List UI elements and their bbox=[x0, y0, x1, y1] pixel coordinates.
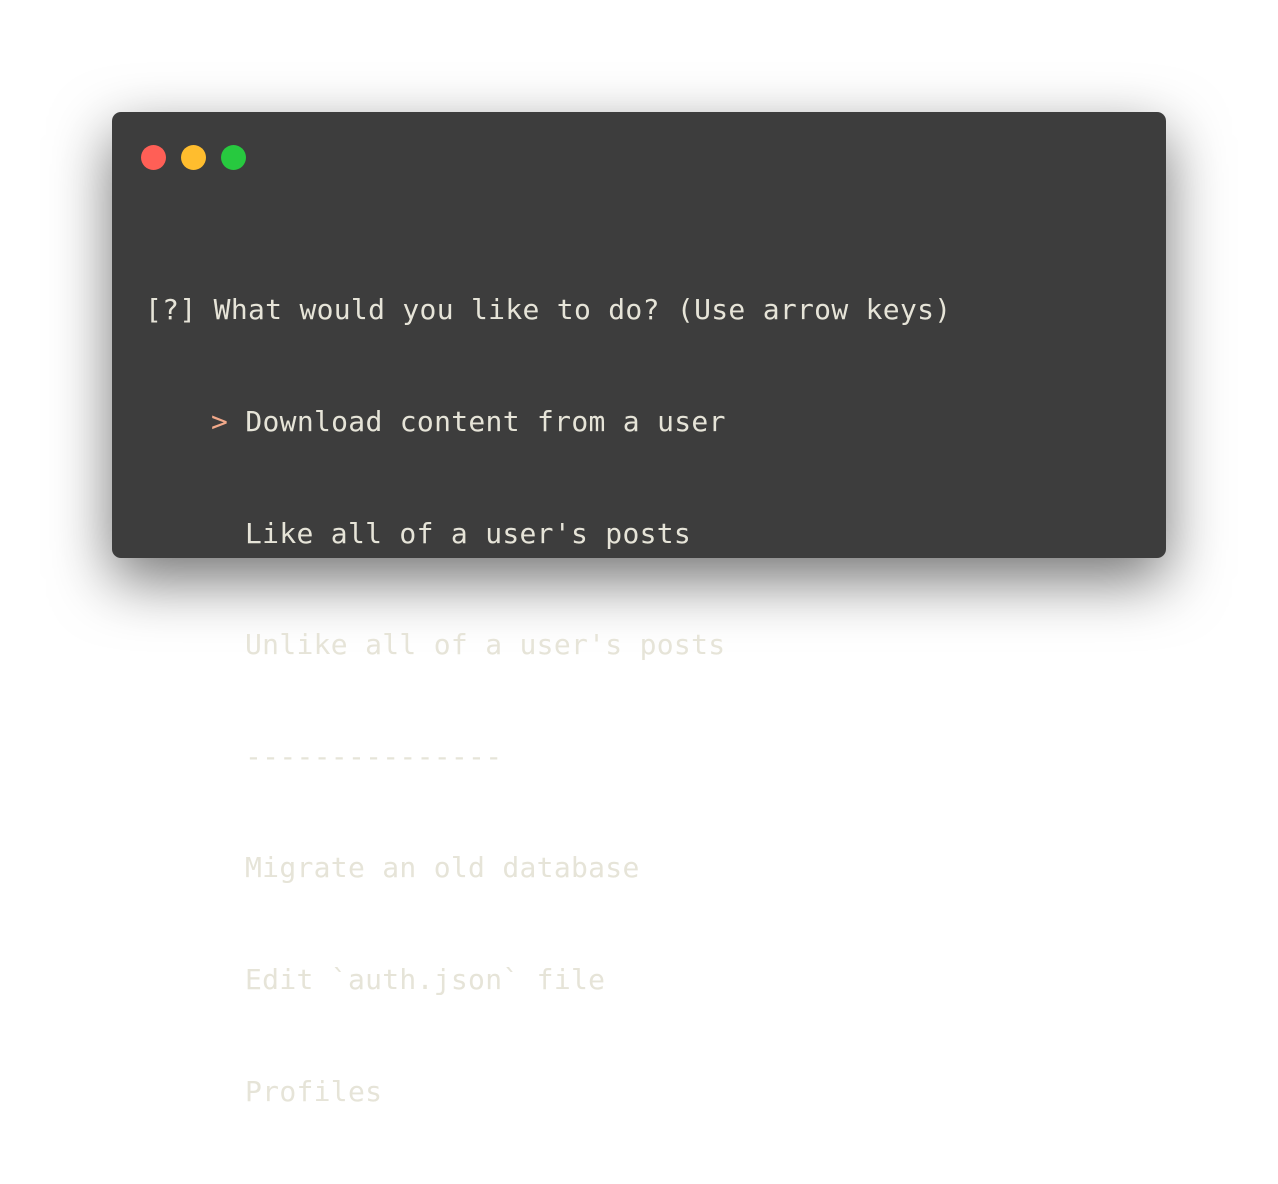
terminal-window: [?] What would you like to do? (Use arro… bbox=[112, 112, 1166, 1108]
minimize-window-icon[interactable] bbox=[181, 145, 206, 170]
menu-separator: --------------- bbox=[145, 738, 951, 775]
menu-item-label: Edit `auth.json` file bbox=[245, 962, 606, 996]
menu-item-label: Download content from a user bbox=[245, 405, 726, 438]
prompt-marker: [?] bbox=[145, 293, 197, 327]
menu-item-unlike-posts[interactable]: Unlike all of a user's posts bbox=[145, 626, 951, 663]
prompt-question: What would you like to do? (Use arrow ke… bbox=[213, 293, 952, 327]
menu-item-label: Unlike all of a user's posts bbox=[245, 628, 726, 662]
menu-item-label: Migrate an old database bbox=[245, 851, 640, 885]
zoom-window-icon[interactable] bbox=[221, 145, 246, 170]
separator-text: --------------- bbox=[245, 739, 503, 773]
prompt-line: [?] What would you like to do? (Use arro… bbox=[145, 291, 951, 328]
menu-item-label: Profiles bbox=[245, 1074, 383, 1108]
selection-pointer-icon: > bbox=[211, 405, 229, 438]
menu-item-migrate-database[interactable]: Migrate an old database bbox=[145, 849, 951, 886]
menu-item-download[interactable]: > Download content from a user bbox=[145, 403, 951, 440]
menu-item-profiles[interactable]: Profiles bbox=[145, 1073, 951, 1110]
close-window-icon[interactable] bbox=[141, 145, 166, 170]
menu-item-like-posts[interactable]: Like all of a user's posts bbox=[145, 515, 951, 552]
menu-item-edit-auth[interactable]: Edit `auth.json` file bbox=[145, 961, 951, 998]
terminal-output: [?] What would you like to do? (Use arro… bbox=[145, 217, 951, 1184]
menu-item-label: Like all of a user's posts bbox=[245, 516, 692, 550]
